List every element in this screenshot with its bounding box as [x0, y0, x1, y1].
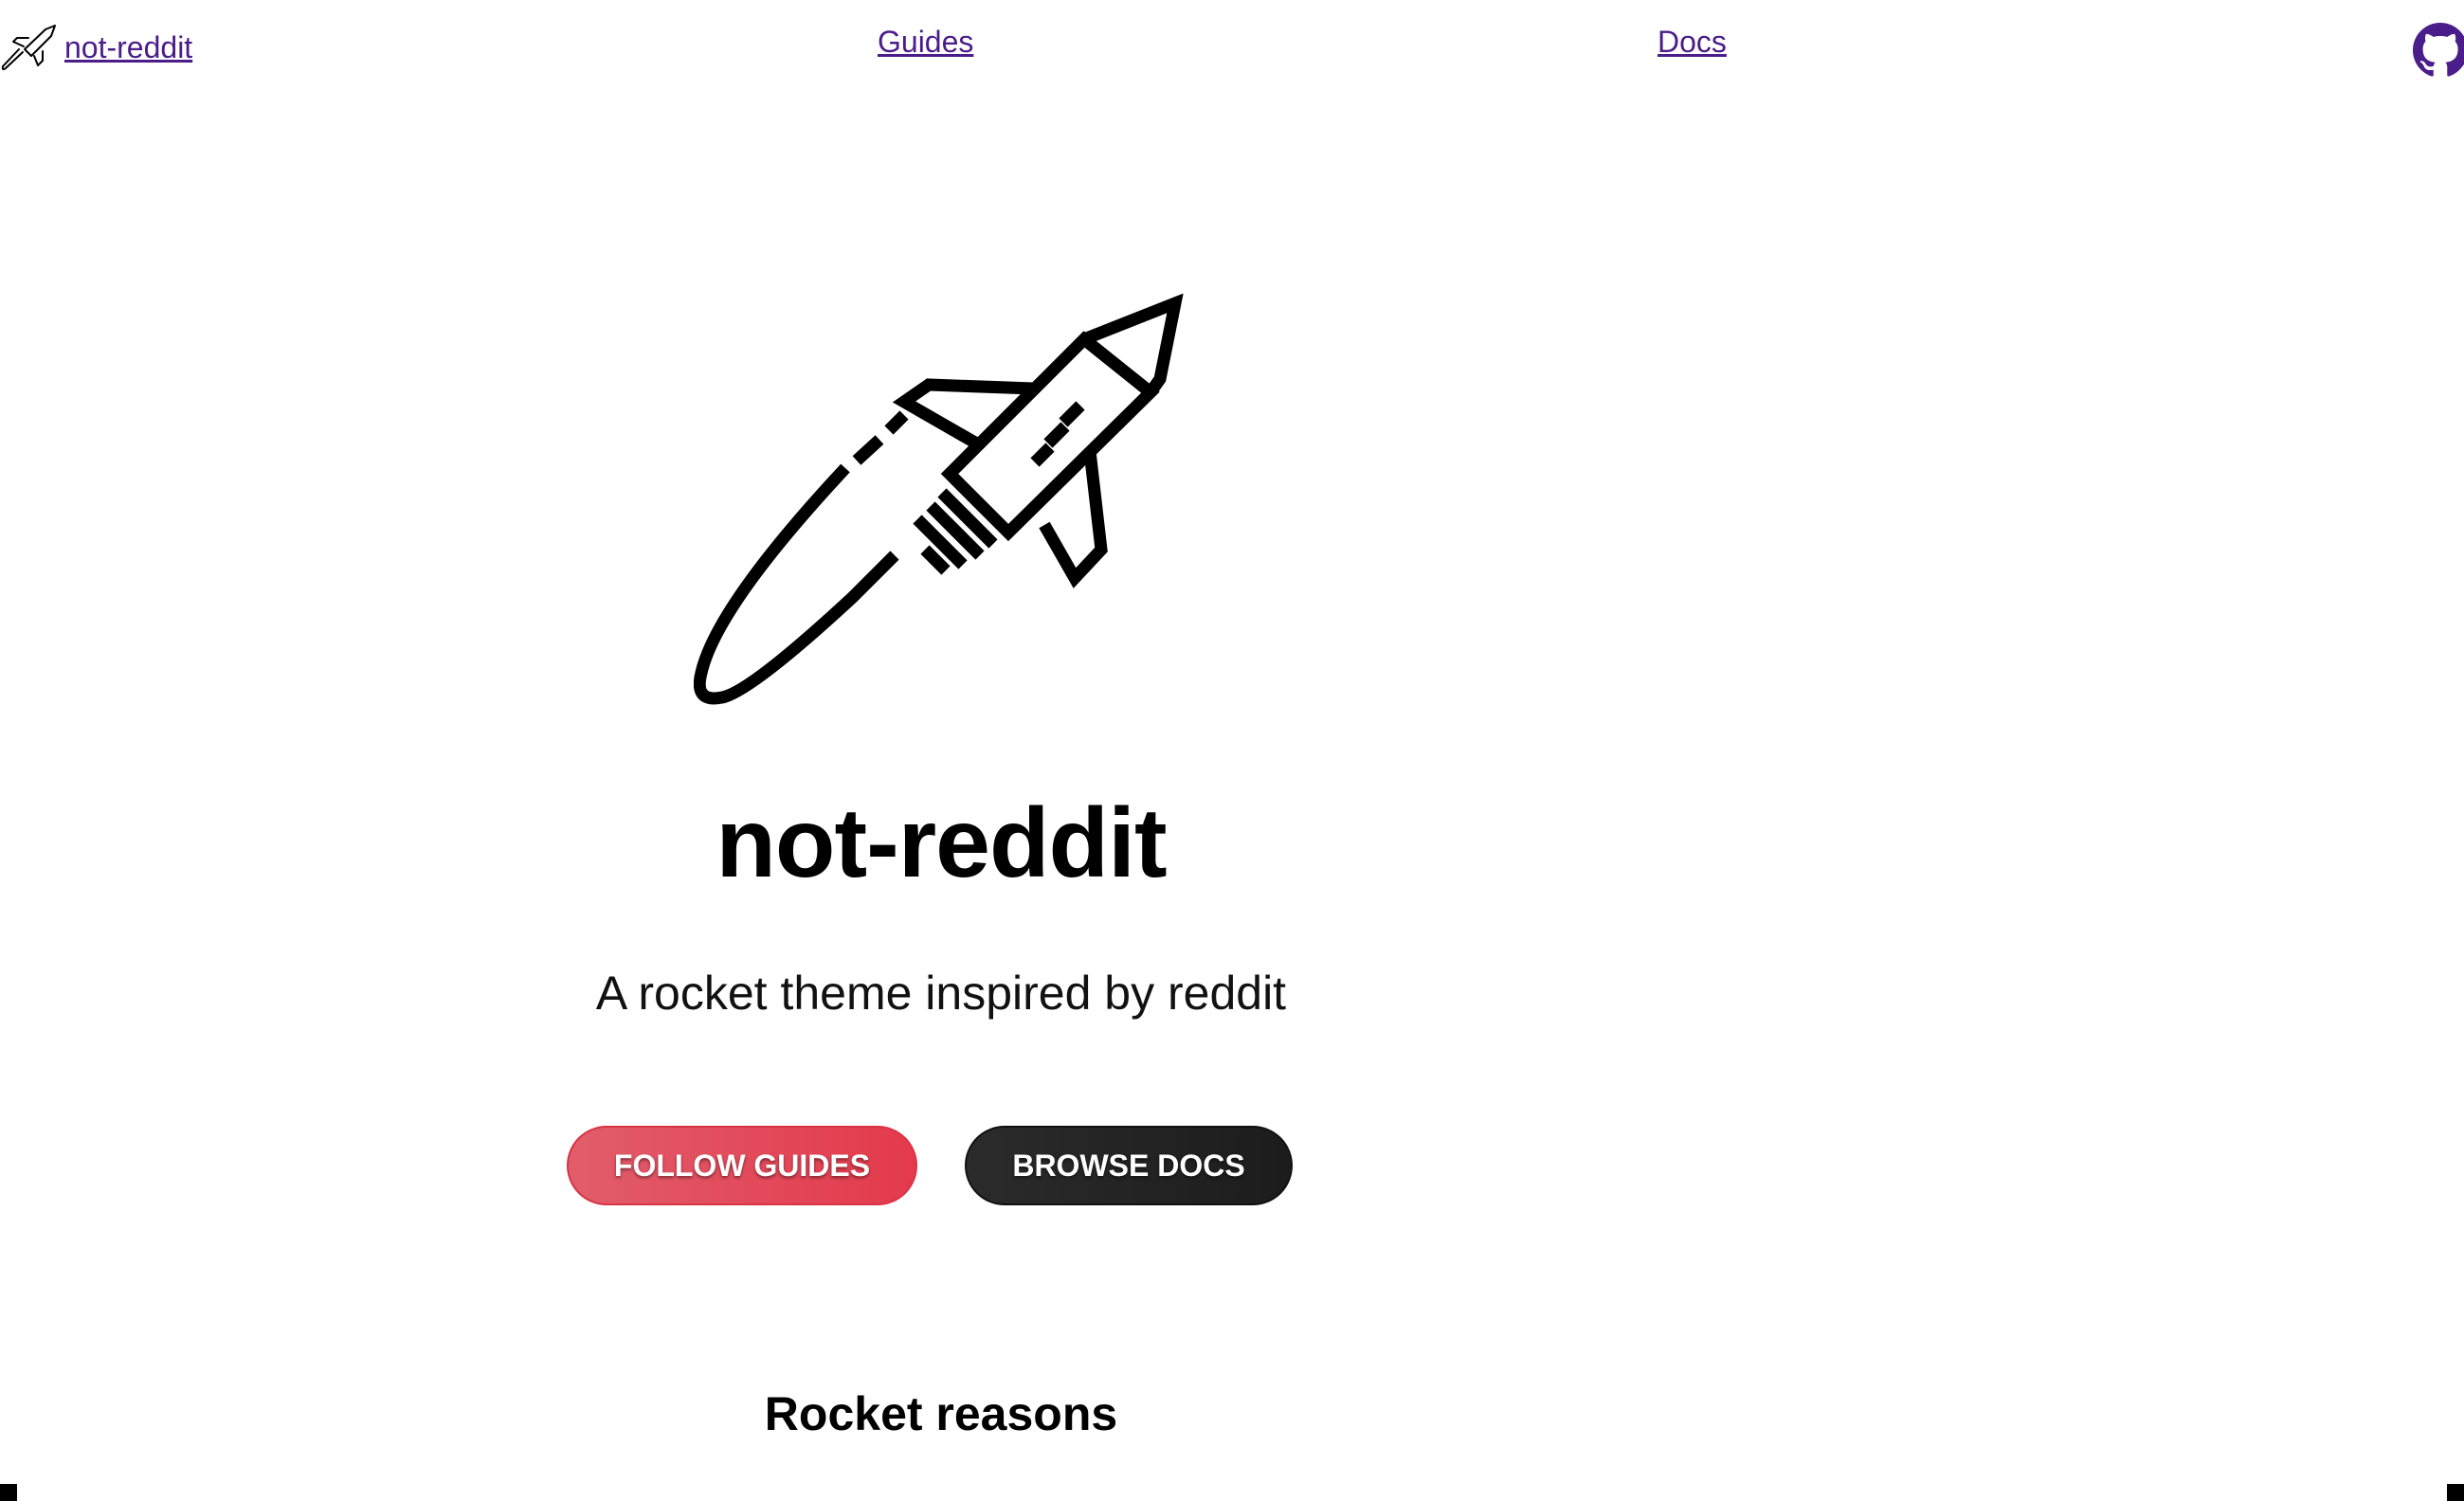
nav-link-docs[interactable]: Docs — [1658, 23, 1727, 61]
page: not-reddit Guides Docs not-reddit A rock… — [0, 0, 2464, 1501]
rocket-icon — [1, 25, 56, 71]
section-heading: Rocket reasons — [764, 1387, 1118, 1440]
brand-link[interactable]: not-reddit — [0, 23, 192, 72]
hero-rocket-icon — [694, 294, 1184, 705]
browse-docs-button[interactable]: BROWSE DOCS — [965, 1126, 1293, 1205]
brand-label: not-reddit — [64, 30, 193, 64]
follow-guides-button[interactable]: FOLLOW GUIDES — [567, 1126, 917, 1205]
window-corner-left — [0, 1484, 17, 1501]
github-link[interactable] — [2413, 23, 2464, 78]
github-icon — [2413, 23, 2464, 77]
nav-link-guides[interactable]: Guides — [878, 23, 973, 61]
hero-title: not-reddit — [716, 788, 1167, 898]
top-navigation: not-reddit Guides Docs — [0, 0, 2464, 85]
hero-subtitle: A rocket theme inspired by reddit — [595, 967, 1287, 1020]
window-corner-right — [2447, 1484, 2464, 1501]
